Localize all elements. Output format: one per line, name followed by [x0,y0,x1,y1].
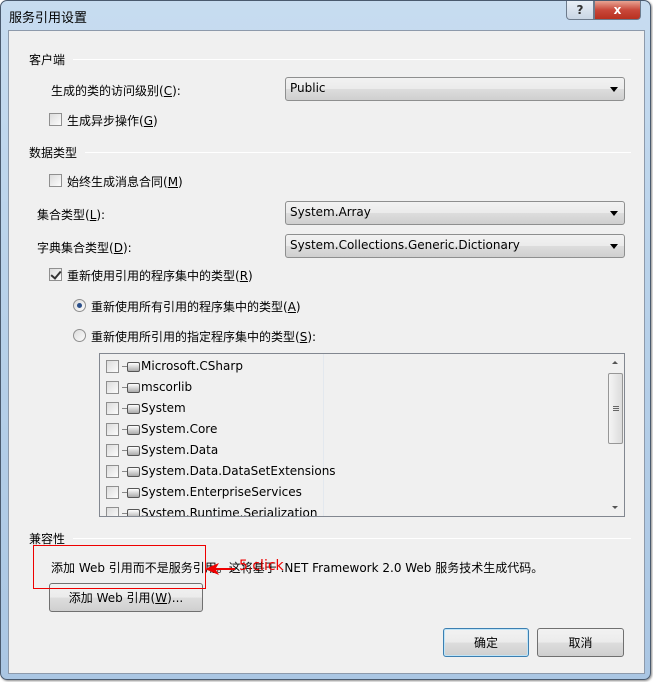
assembly-checkbox[interactable] [106,401,119,415]
assembly-icon [122,466,140,477]
close-button[interactable]: x [594,1,641,20]
assembly-item[interactable]: System [106,398,186,418]
reuse-specified-radio[interactable] [73,329,86,342]
assembly-name: System.Core [141,422,218,436]
dropdown-arrow-icon [610,244,618,249]
assembly-checkbox[interactable] [106,380,119,394]
divider [73,59,631,60]
assembly-name: System [141,401,186,415]
dictionary-type-label: 字典集合类型(D): [37,241,132,255]
selected-value: System.Collections.Generic.Dictionary [290,238,520,252]
access-level-select[interactable]: Public [285,77,625,101]
window-title: 服务引用设置 [9,11,88,26]
assembly-checkbox[interactable] [106,485,119,499]
reuse-all-radio[interactable] [73,299,86,312]
async-checkbox[interactable] [49,113,62,126]
assembly-name: System.Data.DataSetExtensions [141,464,336,478]
async-label[interactable]: 生成异步操作(G) [67,112,158,129]
scroll-thumb[interactable] [608,373,623,444]
assembly-icon [122,487,140,498]
annotation-highlight-box [33,545,206,589]
section-datatype: 数据类型 [29,144,631,161]
section-label: 客户端 [29,53,66,67]
assembly-item[interactable]: System.EnterpriseServices [106,482,302,502]
always-message-contract-label[interactable]: 始终生成消息合同(M) [67,173,183,190]
column-divider [323,354,324,516]
assembly-checkbox[interactable] [106,506,119,516]
assembly-name: mscorlib [141,380,193,394]
assembly-checkbox[interactable] [106,464,119,478]
annotation-arrow-icon [205,563,235,575]
always-message-contract-checkbox[interactable] [49,174,62,187]
scroll-up-icon[interactable] [612,361,618,364]
collection-type-select[interactable]: System.Array [285,201,625,225]
ok-button[interactable]: 确定 [443,628,529,657]
dictionary-type-select[interactable]: System.Collections.Generic.Dictionary [285,234,625,258]
dropdown-arrow-icon [610,211,618,216]
assembly-name: System.EnterpriseServices [141,485,302,499]
reuse-types-label[interactable]: 重新使用引用的程序集中的类型(R) [67,267,253,284]
assembly-checkbox[interactable] [106,422,119,436]
assembly-item[interactable]: System.Runtime.Serialization [106,503,318,517]
assembly-icon [122,361,140,372]
dropdown-arrow-icon [610,87,618,92]
assembly-name: System.Data [141,443,219,457]
scrollbar[interactable] [607,354,624,516]
assembly-name: System.Runtime.Serialization [141,506,318,517]
assembly-icon [122,424,140,435]
scroll-down-icon[interactable] [612,506,618,509]
assembly-item[interactable]: System.Core [106,419,217,439]
divider [85,152,631,153]
assembly-item[interactable]: System.Data.DataSetExtensions [106,461,336,481]
selected-value: System.Array [290,205,371,219]
assembly-checkbox[interactable] [106,443,119,457]
assembly-checkbox[interactable] [106,359,119,373]
assembly-icon [122,403,140,414]
selected-value: Public [290,81,326,95]
annotation-label: 5.click [239,558,284,574]
reuse-specified-label[interactable]: 重新使用所引用的指定程序集中的类型(S): [91,328,316,345]
assembly-item[interactable]: Microsoft.CSharp [106,356,243,376]
assembly-icon [122,445,140,456]
divider [73,538,631,539]
access-level-label: 生成的类的访问级别(C): [51,84,181,98]
reuse-types-checkbox[interactable] [49,268,62,281]
section-label: 数据类型 [29,146,78,160]
section-client: 客户端 [29,51,631,68]
collection-type-label: 集合类型(L): [37,208,106,222]
help-button[interactable]: ? [566,1,594,20]
reuse-all-label[interactable]: 重新使用所有引用的程序集中的类型(A) [91,298,301,315]
cancel-button[interactable]: 取消 [537,628,624,657]
assembly-list[interactable]: Microsoft.CSharp mscorlib System System.Cor… [99,353,625,517]
assembly-name: Microsoft.CSharp [141,359,243,373]
assembly-item[interactable]: System.Data [106,440,218,460]
assembly-icon [122,508,140,516]
assembly-item[interactable]: mscorlib [106,377,192,397]
grip-icon [613,406,619,411]
assembly-icon [122,382,140,393]
